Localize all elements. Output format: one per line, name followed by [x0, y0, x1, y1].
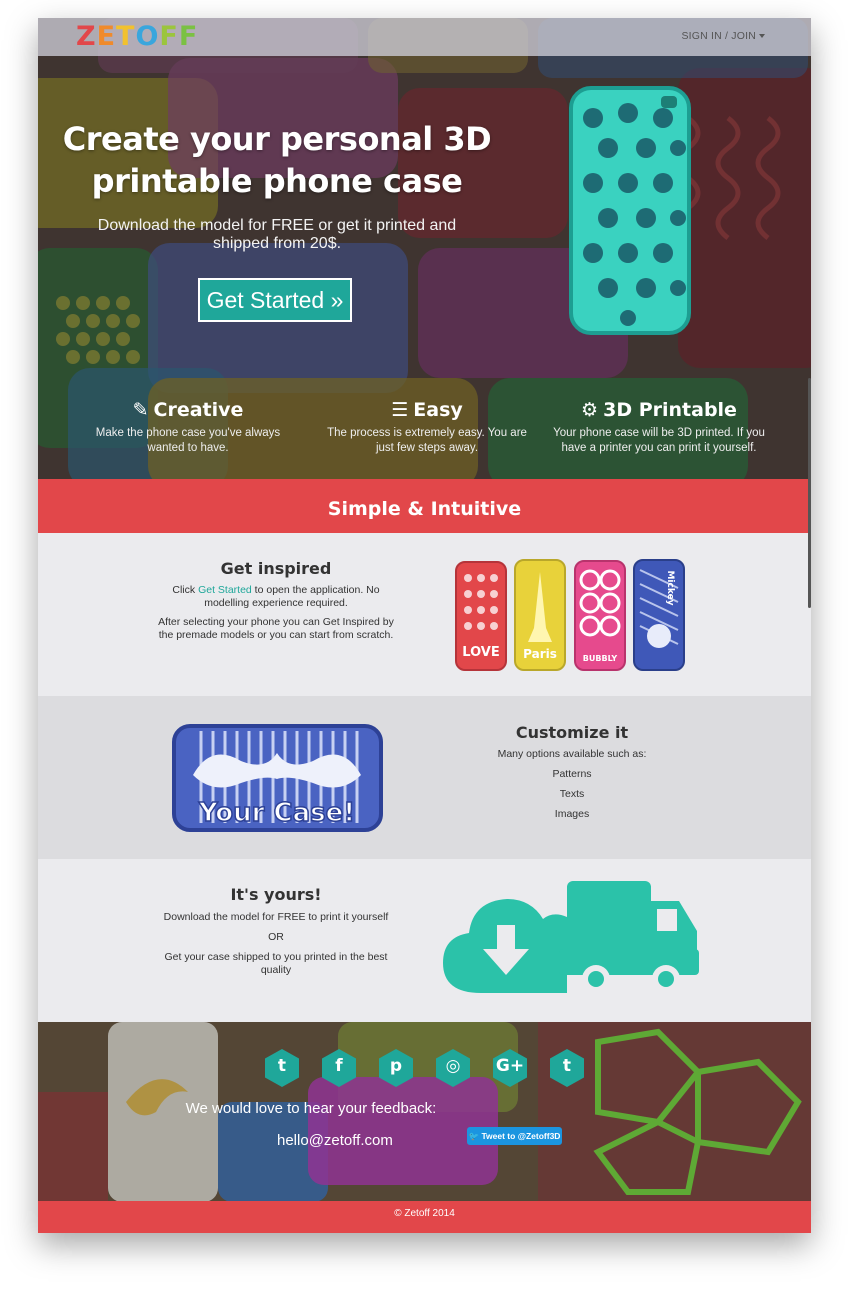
its-yours-title: It's yours!: [230, 885, 322, 904]
get-started-button[interactable]: Get Started »: [198, 278, 352, 322]
customize-case-text: Your Case!: [198, 798, 355, 828]
download-shipping-icon: [443, 881, 699, 993]
tumblr-icon-glyph: t: [562, 1056, 572, 1076]
its-yours-section: It's yours! Download the model for FREE …: [38, 859, 811, 1022]
customize-title: Customize it: [515, 723, 629, 742]
contact-email-link[interactable]: hello@zetoff.com: [277, 1132, 393, 1149]
tweet-button-label: Tweet to @Zetoff3D: [481, 1131, 561, 1141]
feature-creative: ✎ Creative Make the phone case you've alw…: [78, 398, 298, 456]
instagram-icon-glyph: ◎: [445, 1056, 461, 1076]
get-inspired-line-2: After selecting your phone you can Get I…: [158, 616, 394, 641]
google-plus-icon-glyph: G+: [495, 1056, 525, 1076]
its-yours-line-1: Download the model for FREE to print it …: [163, 911, 389, 923]
feature-title: Creative: [153, 399, 244, 421]
twitter-icon-glyph: t: [277, 1056, 287, 1076]
hero-phone-case: [569, 86, 691, 335]
google-plus-icon[interactable]: G+: [491, 1048, 529, 1088]
caret-down-icon: [759, 34, 765, 39]
feature-text: The process is extremely easy. You are j…: [327, 427, 527, 454]
case-love: LOVE: [455, 561, 507, 671]
case-bubbly: BUBBLY: [574, 560, 626, 671]
logo-letter: T: [116, 21, 136, 52]
premade-cases-image: LOVE Paris BUBBLY Mickey: [455, 559, 685, 671]
hero-section: Create your personal 3D printable phone …: [38, 18, 811, 479]
sign-in-join-dropdown[interactable]: SIGN IN / JOIN: [681, 30, 765, 42]
case-love-label: LOVE: [462, 645, 499, 660]
browser-page: Create your personal 3D printable phone …: [38, 18, 811, 1233]
zetoff-logo[interactable]: ZETOFF: [76, 21, 198, 52]
brush-icon: ✎: [132, 399, 149, 421]
text-span: Click: [172, 584, 199, 596]
case-bubbly-label: BUBBLY: [583, 654, 618, 663]
logo-letter: F: [159, 21, 179, 52]
facebook-icon-glyph: f: [335, 1056, 343, 1076]
gears-icon: ⚙: [581, 399, 599, 421]
case-paris: Paris: [514, 559, 566, 671]
get-inspired-title: Get inspired: [220, 559, 332, 578]
hero-title-line-2: printable phone case: [91, 162, 463, 200]
section-band-title: Simple & Intuitive: [38, 479, 811, 533]
pinterest-icon[interactable]: p: [377, 1048, 415, 1088]
case-mickey-label: Mickey: [665, 570, 675, 605]
case-paris-label: Paris: [523, 647, 557, 661]
feedback-text: We would love to hear your feedback:: [185, 1100, 437, 1117]
logo-letter: E: [96, 21, 117, 52]
instagram-icon[interactable]: ◎: [434, 1048, 472, 1088]
customize-intro: Many options available such as:: [497, 748, 647, 760]
logo-letter: Z: [76, 21, 97, 52]
its-yours-line-2: OR: [268, 931, 284, 943]
option-texts: Texts: [559, 788, 585, 800]
sign-in-label: SIGN IN / JOIN: [681, 30, 756, 42]
top-navbar: ZETOFF SIGN IN / JOIN: [38, 18, 811, 56]
get-inspired-section: Get inspired Click Get Started to open t…: [38, 533, 811, 696]
tumblr-icon[interactable]: t: [548, 1048, 586, 1088]
customize-section: Your Case! Customize it Many options ava…: [38, 696, 811, 859]
option-patterns: Patterns: [552, 768, 592, 780]
feature-text: Make the phone case you've always wanted…: [95, 427, 281, 454]
tweet-button[interactable]: 🐦 Tweet to @Zetoff3D: [467, 1127, 562, 1145]
get-inspired-line-1: Click Get Started to open the applicatio…: [150, 584, 402, 610]
hero-subtitle: Download the model for FREE or get it pr…: [97, 217, 457, 252]
page-scrollbar[interactable]: [808, 378, 811, 608]
twitter-icon[interactable]: t: [263, 1048, 301, 1088]
hero-title-line-1: Create your personal 3D: [62, 120, 492, 158]
hero-title: Create your personal 3D printable phone …: [38, 118, 516, 202]
feature-easy: ☰ Easy The process is extremely easy. You…: [318, 398, 536, 456]
sliders-icon: ☰: [391, 399, 409, 421]
feature-title: 3D Printable: [603, 399, 737, 421]
logo-letter: F: [178, 21, 199, 52]
feature-text: Your phone case will be 3D printed. If y…: [553, 427, 765, 454]
copyright-bar: © Zetoff 2014: [38, 1201, 811, 1233]
facebook-icon[interactable]: f: [320, 1048, 358, 1088]
feature-3d-printable: ⚙ 3D Printable Your phone case will be 3D…: [546, 398, 772, 456]
logo-letter: O: [135, 21, 160, 52]
pinterest-icon-glyph: p: [389, 1056, 403, 1076]
customize-case-image: Your Case!: [172, 724, 383, 832]
case-mickey: Mickey: [633, 559, 685, 671]
twitter-icon: 🐦: [468, 1131, 482, 1141]
feature-title: Easy: [413, 399, 463, 421]
get-started-link[interactable]: Get Started: [198, 584, 252, 596]
option-images: Images: [554, 808, 590, 820]
its-yours-line-3: Get your case shipped to you printed in …: [164, 951, 388, 976]
